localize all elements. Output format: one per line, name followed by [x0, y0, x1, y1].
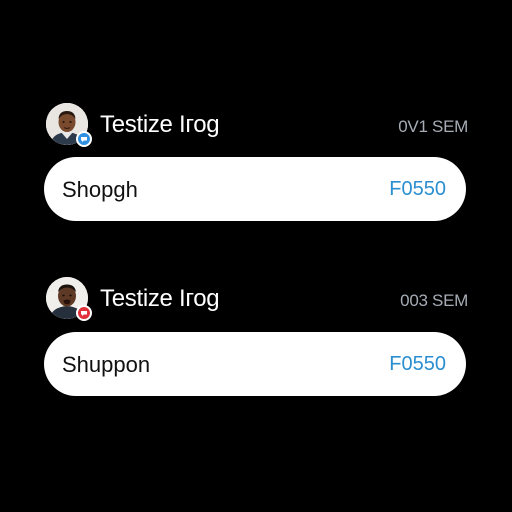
message-code-link[interactable]: F0550 [389, 353, 446, 376]
message-header: Testize Ігоg 003 SEM [46, 277, 468, 321]
message-bubble[interactable]: Shuppon F0550 [44, 332, 466, 396]
message-header: Testize Ігоg 0V1 SEM [46, 103, 468, 147]
message-bubble[interactable]: Shopgh F0550 [44, 157, 466, 221]
message-code-link[interactable]: F0550 [389, 178, 446, 201]
blue-badge-icon [76, 131, 92, 147]
avatar[interactable] [46, 103, 92, 147]
message-time: 003 SEM [400, 291, 468, 310]
chat-bubble-icon [81, 137, 87, 142]
message-text: Shopgh [62, 177, 138, 202]
sender-name: Testize Ігоg [100, 285, 220, 312]
message-time: 0V1 SEM [398, 117, 468, 136]
notification-screen: Testize Ігоg 0V1 SEM Shopgh F0550 Testiz… [0, 0, 512, 512]
chat-bubble-icon [81, 311, 87, 316]
sender-name: Testize Ігоg [100, 111, 220, 138]
red-badge-icon [76, 305, 92, 321]
message-text: Shuppon [62, 352, 151, 377]
avatar[interactable] [46, 277, 92, 321]
